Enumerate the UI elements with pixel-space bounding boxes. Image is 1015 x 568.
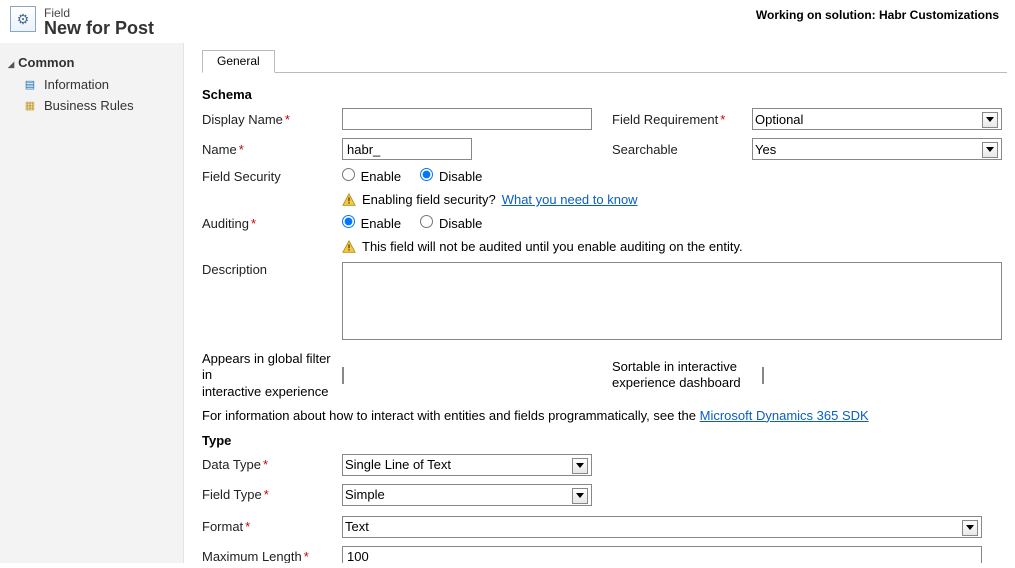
- searchable-label: Searchable: [612, 142, 752, 157]
- appears-filter-label: Appears in global filter in interactive …: [202, 351, 342, 400]
- description-textarea[interactable]: [342, 262, 1002, 340]
- format-label: Format*: [202, 519, 342, 534]
- data-type-label: Data Type*: [202, 457, 342, 472]
- security-note-text: Enabling field security?: [362, 192, 496, 207]
- sidebar-item-information[interactable]: ▤ Information: [0, 74, 183, 95]
- left-sidebar: Common ▤ Information ▦ Business Rules: [0, 43, 184, 563]
- sidebar-section-common[interactable]: Common: [0, 51, 183, 74]
- type-heading: Type: [202, 433, 1007, 448]
- field-header-icon: ⚙: [10, 6, 36, 32]
- sdk-link[interactable]: Microsoft Dynamics 365 SDK: [700, 408, 869, 423]
- field-type-select[interactable]: Simple: [342, 484, 592, 506]
- auditing-label: Auditing*: [202, 216, 342, 231]
- field-requirement-select[interactable]: Optional: [752, 108, 1002, 130]
- field-security-enable[interactable]: Enable: [342, 168, 401, 184]
- auditing-disable[interactable]: Disable: [420, 215, 482, 231]
- solution-context: Working on solution: Habr Customizations: [756, 6, 1005, 22]
- warning-icon: [342, 240, 356, 254]
- sortable-dashboard-label: Sortable in interactive experience dashb…: [612, 359, 762, 392]
- sdk-note: For information about how to interact wi…: [202, 408, 1007, 423]
- max-length-label: Maximum Length*: [202, 549, 342, 563]
- name-label: Name*: [202, 142, 342, 157]
- format-select[interactable]: Text: [342, 516, 982, 538]
- tab-strip: General: [202, 49, 1007, 73]
- field-security-label: Field Security: [202, 169, 342, 184]
- description-label: Description: [202, 262, 342, 277]
- sidebar-item-label: Business Rules: [44, 98, 134, 113]
- security-note-link[interactable]: What you need to know: [502, 192, 638, 207]
- appears-filter-checkbox[interactable]: [342, 367, 344, 384]
- auditing-enable[interactable]: Enable: [342, 215, 401, 231]
- sidebar-item-label: Information: [44, 77, 109, 92]
- page-icon: ▤: [22, 78, 38, 92]
- rules-icon: ▦: [22, 99, 38, 113]
- schema-heading: Schema: [202, 87, 1007, 102]
- max-length-input[interactable]: [342, 546, 982, 563]
- sidebar-item-business-rules[interactable]: ▦ Business Rules: [0, 95, 183, 116]
- page-title: New for Post: [44, 18, 154, 39]
- auditing-note-text: This field will not be audited until you…: [362, 239, 743, 254]
- name-input[interactable]: [342, 138, 472, 160]
- searchable-select[interactable]: Yes: [752, 138, 1002, 160]
- display-name-label: Display Name*: [202, 112, 342, 127]
- data-type-select[interactable]: Single Line of Text: [342, 454, 592, 476]
- field-type-label: Field Type*: [202, 487, 342, 502]
- sortable-dashboard-checkbox[interactable]: [762, 367, 764, 384]
- field-requirement-label: Field Requirement*: [612, 112, 752, 127]
- display-name-input[interactable]: [342, 108, 592, 130]
- field-security-disable[interactable]: Disable: [420, 168, 482, 184]
- tab-general[interactable]: General: [202, 50, 275, 73]
- warning-icon: [342, 193, 356, 207]
